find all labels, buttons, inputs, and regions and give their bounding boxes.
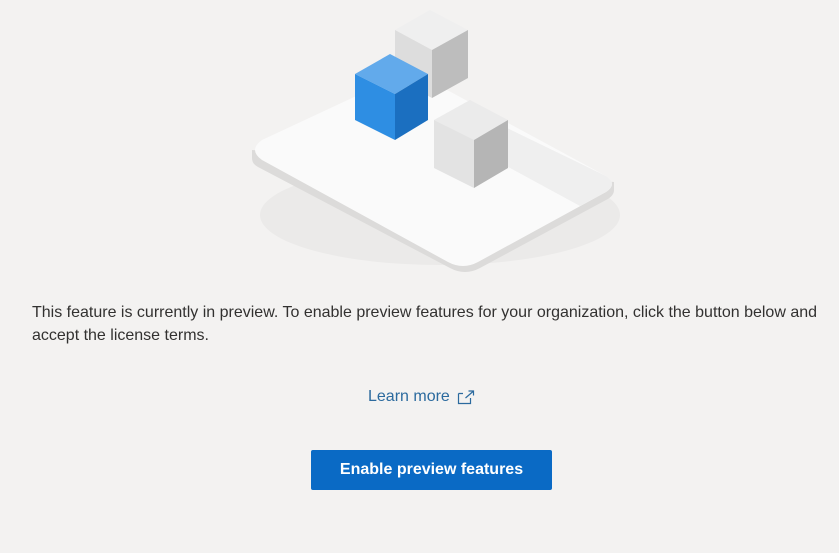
- learn-more-link[interactable]: Learn more: [368, 388, 475, 406]
- enable-preview-features-button[interactable]: Enable preview features: [311, 450, 552, 490]
- learn-more-label: Learn more: [368, 388, 450, 405]
- preview-features-illustration: [252, 10, 620, 272]
- preview-description: This feature is currently in preview. To…: [32, 304, 818, 344]
- external-link-icon: [457, 390, 474, 405]
